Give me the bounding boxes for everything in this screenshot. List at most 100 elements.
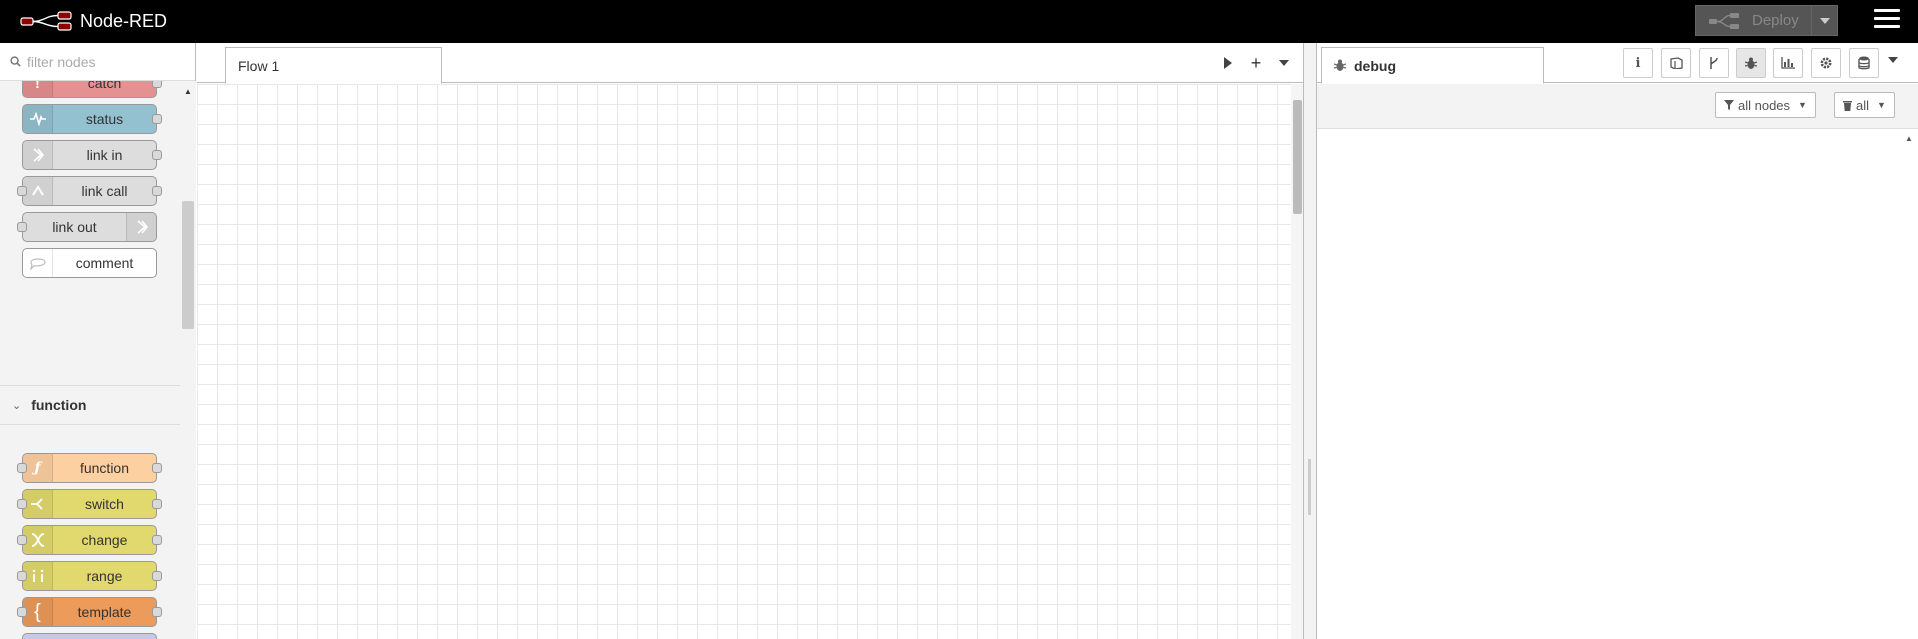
node-label: range bbox=[86, 568, 123, 584]
tab-flow-1[interactable]: Flow 1 bbox=[225, 47, 442, 84]
deploy-button[interactable]: Deploy bbox=[1695, 5, 1838, 36]
palette-scrollbar[interactable]: ▲ bbox=[180, 81, 196, 639]
node-label: change bbox=[81, 532, 128, 548]
chevron-down-icon: ⌄ bbox=[12, 399, 22, 412]
scroll-tabs-button[interactable] bbox=[1216, 51, 1240, 75]
deploy-menu-caret[interactable] bbox=[1811, 6, 1837, 35]
bar-chart-icon bbox=[1781, 57, 1795, 69]
context-data-tab-button[interactable] bbox=[1849, 48, 1879, 78]
palette-node-function[interactable]: ƒ function bbox=[17, 453, 162, 483]
node-label: catch bbox=[87, 81, 122, 91]
canvas-scrollbar[interactable] bbox=[1291, 84, 1303, 639]
scroll-up-icon[interactable]: ▲ bbox=[1905, 134, 1913, 143]
palette-node-change[interactable]: change bbox=[17, 525, 162, 555]
scrollbar-thumb[interactable] bbox=[182, 201, 194, 329]
output-port bbox=[152, 571, 162, 581]
palette-node-status[interactable]: status bbox=[22, 104, 162, 134]
palette-node-link-out[interactable]: link out bbox=[17, 212, 157, 242]
clear-messages-dropdown[interactable]: all ▼ bbox=[1834, 92, 1895, 118]
node-palette: ! catch status link in link call bbox=[0, 43, 196, 639]
node-label: status bbox=[85, 111, 124, 127]
palette-node-switch[interactable]: switch bbox=[17, 489, 162, 519]
palette-node-catch[interactable]: ! catch bbox=[22, 81, 162, 98]
help-tab-button[interactable] bbox=[1661, 48, 1691, 78]
output-port bbox=[152, 81, 162, 88]
caret-down-icon bbox=[1279, 60, 1289, 66]
database-icon bbox=[1858, 56, 1870, 70]
sidebar-splitter[interactable] bbox=[1303, 43, 1317, 639]
git-branch-icon bbox=[1710, 57, 1718, 69]
changes-tab-button[interactable] bbox=[1699, 48, 1729, 78]
splitter-grip[interactable] bbox=[1308, 459, 1311, 515]
node-label: link out bbox=[52, 219, 97, 235]
header-bar: Node-RED Deploy bbox=[0, 0, 1918, 43]
function-icon: ƒ bbox=[23, 454, 53, 482]
debug-messages-area: ▲ bbox=[1317, 130, 1918, 639]
filter-nodes-input[interactable] bbox=[27, 53, 187, 70]
deploy-icon bbox=[1709, 12, 1739, 29]
config-tab-button[interactable] bbox=[1811, 48, 1841, 78]
main-menu-button[interactable] bbox=[1874, 9, 1900, 33]
workspace-canvas[interactable] bbox=[197, 84, 1291, 639]
input-port bbox=[17, 607, 27, 617]
play-icon bbox=[1224, 57, 1232, 69]
palette-node-template[interactable]: { template bbox=[17, 597, 162, 627]
debug-tab-button[interactable] bbox=[1736, 48, 1766, 78]
switch-icon bbox=[23, 490, 53, 518]
deploy-main[interactable]: Deploy bbox=[1696, 6, 1811, 35]
change-icon bbox=[23, 526, 53, 554]
palette-node-partial[interactable] bbox=[22, 633, 157, 639]
hamburger-icon bbox=[1874, 9, 1900, 12]
output-port bbox=[152, 499, 162, 509]
app-logo: Node-RED bbox=[20, 10, 167, 32]
workspace-tab-bar: Flow 1 + bbox=[197, 43, 1303, 84]
app-title: Node-RED bbox=[80, 10, 168, 31]
node-red-logo-icon bbox=[20, 11, 72, 31]
bug-icon bbox=[1745, 57, 1757, 69]
bug-icon bbox=[1334, 59, 1346, 71]
output-port bbox=[152, 186, 162, 196]
debug-toolbar: all nodes ▼ all ▼ bbox=[1317, 84, 1918, 129]
palette-node-range[interactable]: range bbox=[17, 561, 162, 591]
book-icon bbox=[1669, 57, 1683, 69]
flow-list-button[interactable] bbox=[1272, 51, 1296, 75]
filter-icon bbox=[1724, 100, 1734, 110]
clear-label: all bbox=[1856, 97, 1870, 113]
filter-nodes-dropdown[interactable]: all nodes ▼ bbox=[1715, 92, 1816, 118]
search-icon bbox=[10, 56, 21, 67]
template-icon: { bbox=[23, 598, 53, 626]
caret-down-icon bbox=[1819, 17, 1830, 24]
input-port bbox=[17, 186, 27, 196]
tab-debug[interactable]: debug bbox=[1321, 47, 1544, 84]
palette-category-function[interactable]: ⌄ function bbox=[0, 385, 180, 425]
palette-node-link-call[interactable]: link call bbox=[17, 176, 162, 206]
node-label: comment bbox=[75, 255, 134, 271]
comment-icon bbox=[23, 249, 53, 277]
output-port bbox=[152, 114, 162, 124]
catch-icon: ! bbox=[23, 81, 53, 97]
scrollbar-thumb[interactable] bbox=[1293, 100, 1302, 214]
info-icon: i bbox=[1635, 55, 1641, 71]
info-tab-button[interactable]: i bbox=[1623, 48, 1653, 78]
category-label: function bbox=[31, 397, 87, 413]
palette-search bbox=[0, 43, 195, 81]
dashboard-tab-button[interactable] bbox=[1773, 48, 1803, 78]
input-port bbox=[17, 222, 27, 232]
input-port bbox=[17, 463, 27, 473]
scroll-up-icon[interactable]: ▲ bbox=[184, 87, 192, 96]
range-icon bbox=[23, 562, 53, 590]
node-label: function bbox=[79, 460, 130, 476]
input-port bbox=[17, 571, 27, 581]
output-port bbox=[152, 463, 162, 473]
add-flow-button[interactable]: + bbox=[1244, 51, 1268, 75]
gear-icon bbox=[1820, 57, 1832, 69]
link-out-icon bbox=[126, 213, 156, 241]
tab-label: debug bbox=[1354, 57, 1396, 74]
plus-icon: + bbox=[1250, 52, 1262, 73]
sidebar-menu-caret[interactable] bbox=[1888, 55, 1898, 66]
palette-node-comment[interactable]: comment bbox=[22, 248, 157, 278]
input-port bbox=[17, 535, 27, 545]
output-port bbox=[152, 607, 162, 617]
palette-node-link-in[interactable]: link in bbox=[22, 140, 162, 170]
caret-down-icon: ▼ bbox=[1798, 100, 1807, 110]
